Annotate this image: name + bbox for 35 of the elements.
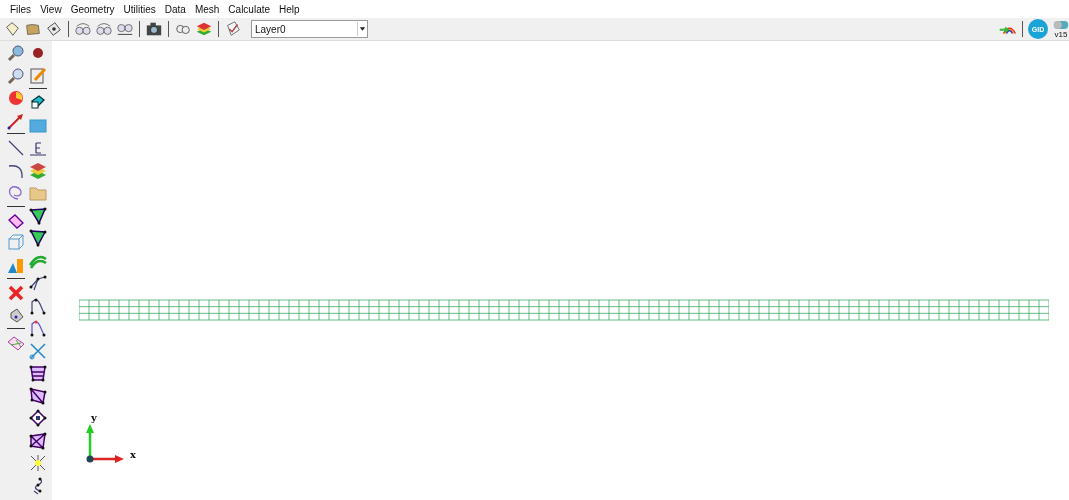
menu-item[interactable]: Files bbox=[10, 3, 32, 15]
menu-item[interactable]: Utilities bbox=[123, 3, 156, 15]
caret-icon bbox=[357, 22, 367, 36]
mesh-surface-icon[interactable] bbox=[28, 363, 48, 383]
camera-icon[interactable] bbox=[145, 20, 163, 38]
version-label: v15 bbox=[1054, 29, 1068, 39]
triangle-mesh-icon[interactable] bbox=[28, 205, 48, 226]
layers-icon[interactable] bbox=[28, 160, 48, 181]
axis-label: y bbox=[91, 412, 97, 423]
star-node-icon[interactable] bbox=[28, 453, 48, 473]
toggle-icon[interactable] bbox=[1053, 19, 1069, 30]
layer-dropdown[interactable]: Layer0 bbox=[251, 20, 368, 38]
sphere-icon[interactable] bbox=[6, 88, 26, 108]
new-file-icon[interactable] bbox=[3, 20, 21, 38]
line-icon[interactable] bbox=[6, 138, 26, 158]
menu-item[interactable]: Calculate bbox=[228, 3, 271, 15]
curve-points-icon[interactable] bbox=[28, 318, 48, 338]
menu-item[interactable]: Help bbox=[279, 3, 300, 15]
zoom-frame-icon[interactable] bbox=[6, 65, 26, 86]
triangle-mesh-icon[interactable] bbox=[28, 228, 48, 248]
menu-item[interactable]: View bbox=[40, 3, 62, 15]
glasses-icon[interactable] bbox=[74, 20, 92, 38]
axis-label: x bbox=[130, 449, 136, 460]
polyline-icon[interactable] bbox=[28, 273, 48, 293]
pencil-check-icon[interactable] bbox=[224, 20, 242, 38]
mesh-surface-icon[interactable] bbox=[28, 408, 48, 428]
menu-item[interactable]: Data bbox=[164, 3, 186, 15]
delete-icon[interactable] bbox=[6, 283, 26, 303]
zoom-icon[interactable] bbox=[6, 43, 26, 63]
glasses-icon[interactable] bbox=[95, 20, 113, 38]
mesh-surface-icon[interactable] bbox=[28, 430, 48, 451]
menu-item[interactable]: Geometry bbox=[70, 3, 115, 15]
menu-item[interactable]: Mesh bbox=[194, 3, 220, 15]
layers-icon[interactable] bbox=[195, 20, 213, 38]
mesh-surface-icon[interactable] bbox=[28, 385, 48, 406]
